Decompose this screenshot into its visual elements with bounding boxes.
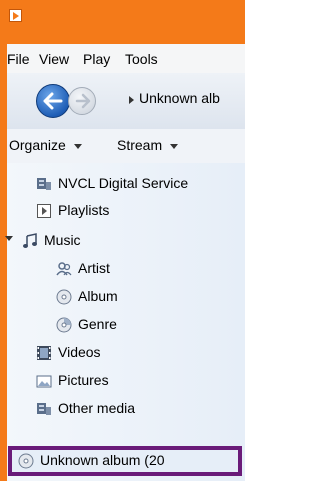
album-icon bbox=[18, 453, 34, 469]
forward-button[interactable] bbox=[68, 87, 96, 115]
chevron-down-icon bbox=[170, 143, 179, 149]
video-icon bbox=[37, 346, 51, 360]
album-icon bbox=[56, 289, 72, 305]
breadcrumb-chevron-icon[interactable] bbox=[129, 96, 134, 104]
window-frame bbox=[0, 44, 7, 481]
stream-label: Stream bbox=[117, 137, 163, 153]
genre-icon bbox=[56, 317, 72, 333]
title-bar bbox=[0, 0, 245, 44]
music-note-icon bbox=[23, 233, 37, 248]
navigation-bar: Unknown alb bbox=[7, 73, 245, 129]
back-arrow-icon bbox=[43, 92, 63, 110]
picture-icon bbox=[36, 375, 52, 388]
collapse-arrow-icon[interactable] bbox=[5, 236, 13, 241]
tree-item-label: Other media bbox=[58, 400, 136, 416]
menu-view[interactable]: View bbox=[39, 51, 69, 67]
organize-menu-button[interactable]: Organize bbox=[9, 137, 82, 153]
menu-bar: File View Play Tools bbox=[7, 44, 245, 73]
menu-file[interactable]: File bbox=[7, 51, 30, 67]
organize-label: Organize bbox=[9, 137, 66, 153]
tree-item-label: Genre bbox=[78, 316, 117, 332]
back-button[interactable] bbox=[36, 84, 70, 118]
tree-item-label: Unknown album (20 bbox=[40, 452, 165, 468]
windows-media-player-icon[interactable] bbox=[9, 9, 22, 22]
chevron-down-icon bbox=[73, 143, 82, 149]
other-media-icon bbox=[37, 403, 51, 415]
tree-item-label: Videos bbox=[58, 344, 101, 360]
artist-icon bbox=[56, 262, 72, 276]
tree-item-label: Music bbox=[44, 232, 81, 248]
breadcrumb[interactable]: Unknown alb bbox=[139, 90, 220, 106]
playlist-icon bbox=[37, 204, 51, 218]
tree-item-label: Pictures bbox=[58, 372, 109, 388]
media-server-icon bbox=[37, 178, 51, 190]
menu-play[interactable]: Play bbox=[83, 51, 110, 67]
menu-tools[interactable]: Tools bbox=[125, 51, 158, 67]
stream-menu-button[interactable]: Stream bbox=[117, 137, 179, 153]
tree-item-label: Album bbox=[78, 288, 118, 304]
tree-item-label: Artist bbox=[78, 260, 110, 276]
tree-item-label: Playlists bbox=[58, 202, 110, 218]
toolbar: Organize Stream bbox=[7, 129, 245, 164]
forward-arrow-icon bbox=[75, 93, 91, 109]
tree-item-label: NVCL Digital Service bbox=[58, 175, 189, 191]
